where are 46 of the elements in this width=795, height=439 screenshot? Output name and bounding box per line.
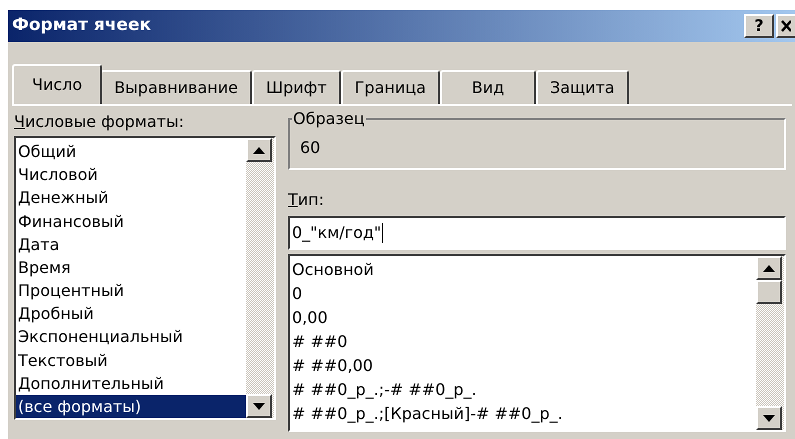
close-icon bbox=[781, 20, 791, 32]
tab[interactable]: Граница bbox=[340, 70, 440, 104]
categories-list[interactable]: Общий Числовой Денежный Финансовый Дата Время Процентный Дробный Экспоненциальный Текстовый Дополнительный (все форматы) bbox=[14, 136, 276, 420]
list-item[interactable]: Общий bbox=[16, 140, 246, 164]
tab[interactable]: Вид bbox=[440, 70, 536, 104]
type-label: Тип: bbox=[288, 190, 324, 209]
list-item[interactable]: # ##0_р_.;[Красный]-# ##0_р_. bbox=[290, 402, 756, 426]
list-item[interactable]: 0,00 bbox=[290, 306, 756, 330]
list-item[interactable]: Денежный bbox=[16, 186, 246, 210]
categories-label: Числовые форматы: bbox=[14, 112, 186, 132]
sample-label: Образец bbox=[292, 109, 366, 129]
sample-value: 60 bbox=[300, 138, 320, 157]
tab[interactable]: Защита bbox=[536, 70, 629, 104]
scroll-thumb[interactable] bbox=[756, 280, 782, 304]
down-arrow-icon bbox=[253, 402, 265, 410]
tab[interactable]: Число bbox=[12, 64, 102, 104]
type-field[interactable]: 0_"км/год" bbox=[288, 216, 786, 250]
window-title: Формат ячеек bbox=[12, 14, 152, 38]
list-item[interactable]: Текстовый bbox=[16, 348, 246, 372]
list-item[interactable]: Процентный bbox=[16, 279, 246, 302]
list-item[interactable]: Дополнительный bbox=[16, 372, 246, 395]
scrollbar[interactable] bbox=[246, 138, 274, 418]
up-arrow-icon bbox=[253, 146, 265, 154]
scroll-arrow-button[interactable] bbox=[246, 394, 272, 418]
list-item[interactable]: 0 bbox=[290, 282, 756, 306]
list-item[interactable]: Основной bbox=[290, 258, 756, 282]
list-item[interactable]: Финансовый bbox=[16, 210, 246, 233]
help-button[interactable]: ? bbox=[744, 14, 774, 38]
scroll-arrow-button[interactable] bbox=[756, 406, 782, 430]
list-item[interactable]: # ##0_р_.;-# ##0_р_. bbox=[290, 378, 756, 402]
list-item[interactable]: Дробный bbox=[16, 302, 246, 326]
list-item[interactable]: (все форматы) bbox=[16, 394, 246, 418]
format-list[interactable]: Основной 0 0,00 # ##0 # ##0,00 # ##0_р_.;-# ##0_р_. # ##0_р_.;[Красный]-# ##0_р_. bbox=[288, 254, 786, 432]
list-item[interactable]: Дата bbox=[16, 232, 246, 256]
list-item[interactable]: # ##0,00 bbox=[290, 354, 756, 378]
tab[interactable]: Выравнивание bbox=[100, 70, 252, 104]
up-arrow-icon bbox=[763, 264, 775, 272]
scrollbar[interactable] bbox=[756, 256, 784, 430]
list-item[interactable]: Числовой bbox=[16, 163, 246, 186]
down-arrow-icon bbox=[763, 414, 775, 422]
scroll-arrow-button[interactable] bbox=[756, 256, 782, 280]
scroll-arrow-button[interactable] bbox=[246, 138, 272, 162]
list-item[interactable]: Экспоненциальный bbox=[16, 325, 246, 349]
list-item[interactable]: # ##0 bbox=[290, 330, 756, 354]
list-item[interactable]: Время bbox=[16, 256, 246, 280]
tab[interactable]: Шрифт bbox=[252, 70, 341, 104]
